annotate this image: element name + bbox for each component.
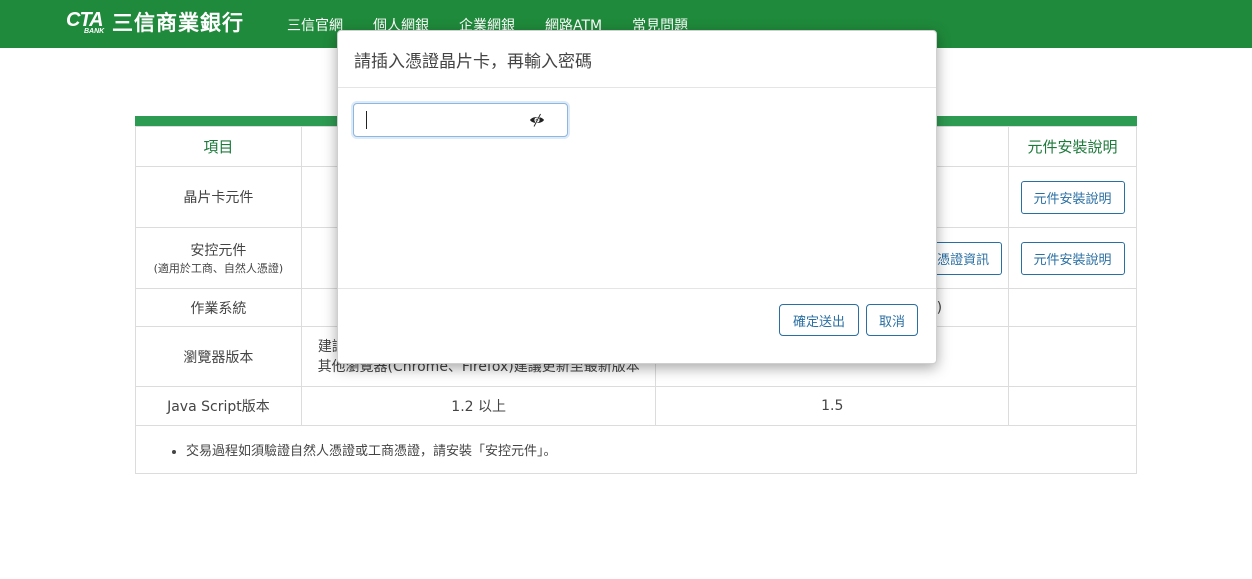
js-col3: 1.5 [655, 386, 1010, 426]
table-row: Java Script版本 1.2 以上 1.5 [135, 386, 1137, 426]
dialog-title: 請插入憑證晶片卡，再輸入密碼 [354, 51, 592, 72]
row-label-js: Java Script版本 [135, 386, 302, 426]
row-label-browser: 瀏覽器版本 [135, 326, 302, 387]
note-item: 交易過程如須驗證自然人憑證或工商憑證，請安裝「安控元件」。 [186, 440, 1106, 459]
row-label-os: 作業系統 [135, 288, 302, 327]
row-label-chip: 晶片卡元件 [135, 166, 302, 228]
header-install-guide: 元件安裝說明 [1008, 126, 1137, 167]
dialog-body [338, 88, 936, 289]
security-sublabel: (適用於工商、自然人憑證) [153, 262, 284, 275]
table-note-row: 交易過程如須驗證自然人憑證或工商憑證，請安裝「安控元件」。 [135, 425, 1137, 474]
dialog-footer: 確定送出 取消 [338, 289, 936, 363]
js-col2: 1.2 以上 [300, 386, 657, 426]
pin-input[interactable] [364, 108, 518, 132]
security-install-guide-button[interactable]: 元件安裝說明 [1020, 241, 1125, 275]
security-label: 安控元件 [190, 243, 247, 259]
nav-item-official-site[interactable]: 三信官網 [287, 15, 343, 35]
logo-sub-text: BANK [84, 28, 105, 35]
cancel-button[interactable]: 取消 [866, 304, 918, 336]
cert-info-button[interactable]: 憑證資訊 [937, 241, 1003, 275]
row-label-security: 安控元件 (適用於工商、自然人憑證) [135, 227, 302, 289]
bank-logo[interactable]: CTA BANK 三信商業銀行 [66, 8, 244, 36]
text-caret [366, 111, 367, 129]
note-list: 交易過程如須驗證自然人憑證或工商憑證，請安裝「安控元件」。 [166, 440, 1106, 459]
bank-name: 三信商業銀行 [112, 11, 244, 35]
header-item: 項目 [135, 126, 302, 167]
pin-dialog: 請插入憑證晶片卡，再輸入密碼 確定送出 取消 [337, 30, 937, 364]
pin-input-box[interactable] [353, 103, 568, 137]
toggle-visibility-icon[interactable] [529, 112, 545, 128]
confirm-submit-button[interactable]: 確定送出 [779, 304, 859, 336]
logo-mark-icon: CTA BANK [66, 9, 108, 35]
chip-install-guide-button[interactable]: 元件安裝說明 [1020, 180, 1125, 214]
dialog-header: 請插入憑證晶片卡，再輸入密碼 [338, 31, 936, 88]
